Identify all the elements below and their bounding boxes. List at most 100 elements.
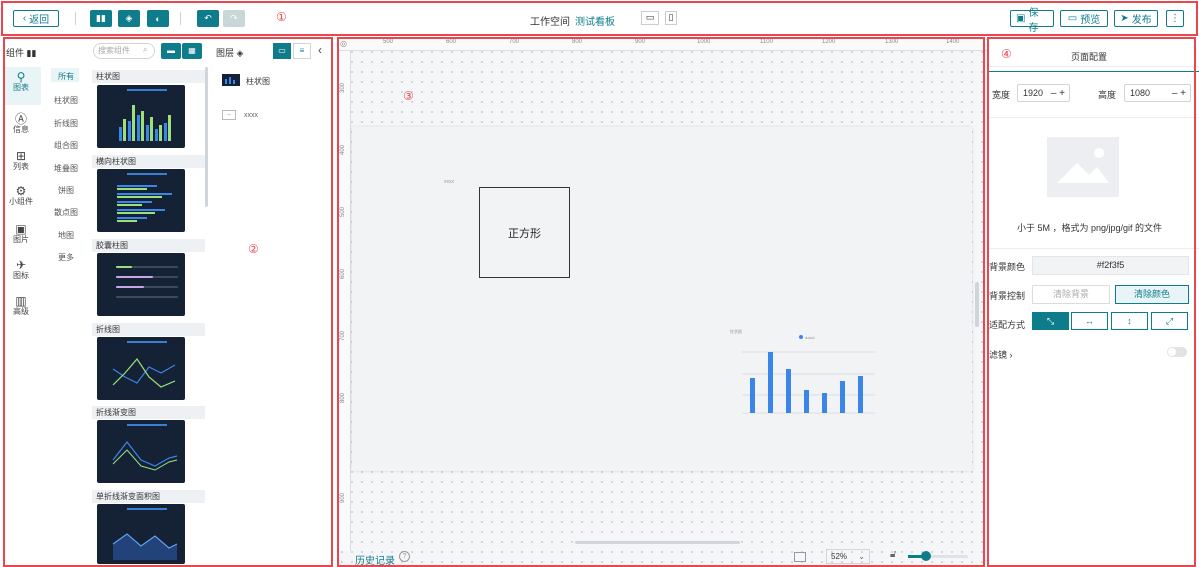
zoom-slider-handle[interactable] [921,551,931,561]
layer-item-xxxx[interactable]: xxxx [244,112,258,119]
small-text-element[interactable]: xxxx [444,179,454,185]
canvas-horizontal-scrollbar[interactable] [575,541,740,544]
layer-thumb-bar [222,74,240,86]
layers-title: 图层 ◈ [216,48,244,58]
ruler-tick: 300 [340,82,347,94]
horizontal-bar-card[interactable] [97,169,185,232]
stepper-icon[interactable]: – + [1051,88,1065,99]
collapse-panel-icon[interactable]: ‹ [318,43,322,57]
fit-height-icon[interactable]: ↕ [1111,312,1148,330]
theme-icon[interactable]: ◐ [147,10,169,27]
ruler-tick: 900 [340,492,347,504]
more-menu-button[interactable]: ⋮ [1166,10,1184,27]
capsule-bar-card[interactable] [97,253,185,316]
fit-scale-icon[interactable]: ⤡ [1032,312,1069,330]
ruler-tick: 1200 [822,39,836,45]
history-link[interactable]: 历史记录 [355,552,395,567]
bg-color-picker[interactable]: #f2f3f5 [1032,256,1189,275]
fit-full-icon[interactable]: ⤢ [1151,312,1188,330]
ruler-tick: 1300 [885,39,899,45]
advanced-icon: ▥ [15,294,27,308]
help-icon[interactable]: ? [399,551,410,562]
bar-chart-card[interactable] [97,85,185,148]
category-advanced[interactable]: ▥ 高级 [8,295,34,317]
category-list[interactable]: ⊞ 列表 [8,150,34,172]
subcategory-scatter[interactable]: 散点图 [49,207,83,218]
ruler-tick: 1400 [946,39,960,45]
info-icon: Ⓐ [14,112,27,126]
subcategory-more[interactable]: 更多 [49,252,83,263]
layer-item-bar-chart[interactable]: 柱状图 [246,76,270,87]
filter-toggle[interactable] [1167,347,1187,357]
desktop-view-icon[interactable]: ▭ [641,11,659,25]
chart-layer-icon[interactable]: ▮▮ [90,10,112,27]
undo-icon[interactable]: ↶ [197,10,219,27]
minimap-icon[interactable] [794,552,806,562]
divider [75,12,76,25]
fit-mode-label: 适配方式 [989,320,1026,330]
zoom-select[interactable]: 52% ⌄ [826,549,870,564]
card-title: 折线图 [92,323,205,336]
subcategory-line[interactable]: 折线图 [49,118,83,129]
lock-icon[interactable]: 🔓︎ [890,549,896,560]
preview-button[interactable]: ▭ 预览 [1060,10,1108,27]
subcategory-map[interactable]: 地图 [49,230,83,241]
category-widget[interactable]: ⚙ 小组件 [8,185,34,207]
category-info[interactable]: Ⓐ 信息 [8,113,34,135]
ruler-tick: 1100 [760,39,773,45]
ruler-tick: 800 [340,392,347,404]
layer-thumbnail-toggle[interactable]: ▭ [273,43,291,59]
stepper-icon[interactable]: – + [1172,88,1186,99]
toggle-knob [1168,348,1176,356]
bar-chart-element[interactable]: 柱状图 data1 [730,329,880,429]
square-shape-element[interactable]: 正方形 [479,187,570,278]
ruler-tick: 500 [383,39,394,45]
category-chart[interactable]: ⚲ 图表 [8,71,34,93]
subcategory-combo[interactable]: 组合图 [49,140,83,151]
clear-background-button[interactable]: 清除背景 [1032,285,1110,304]
image-upload-area[interactable] [1047,137,1119,197]
save-button[interactable]: ▣ 保存 [1010,8,1054,34]
tab-indicator [987,71,1199,72]
subcategory-pie[interactable]: 饼图 [49,185,83,196]
category-icons[interactable]: ✈ 图标 [8,259,34,281]
fit-width-icon[interactable]: ↔ [1071,312,1108,330]
ruler-tick: 600 [446,39,457,45]
card-title: 胶囊柱图 [92,239,205,252]
card-title: 柱状图 [92,70,205,83]
chevron-down-icon: ⌄ [858,552,865,561]
annotation-marker-3: ③ [403,89,414,103]
area-gradient-card[interactable] [97,504,185,564]
dashboard-stage[interactable]: xxxx 正方形 柱状图 data1 [352,127,972,471]
board-name[interactable]: 测试看板 [575,13,615,28]
ruler-tick: 1000 [697,39,711,45]
annotation-marker-1: ① [276,10,287,24]
filter-label[interactable]: 滤镜 › [989,348,1013,361]
height-input[interactable]: 1080 – + [1124,84,1191,102]
divider [180,12,181,25]
subcategory-stacked[interactable]: 堆叠图 [49,163,83,174]
line-chart-card[interactable] [97,337,185,400]
back-label: 返回 [29,15,50,26]
card-title: 单折线渐变面积图 [92,490,205,503]
ruler-tick: 400 [340,144,347,156]
editor-canvas[interactable]: ◎ 500 600 700 800 900 1000 1100 1200 130… [337,37,987,567]
clear-color-button[interactable]: 清除颜色 [1115,285,1189,304]
width-input[interactable]: 1920 – + [1017,84,1070,102]
grid-view-toggle[interactable]: ▦ [182,43,202,59]
publish-button[interactable]: ➤ 发布 [1114,10,1158,27]
back-button[interactable]: ‹ 返回 [13,10,59,27]
mobile-view-icon[interactable]: ▯ [665,11,677,25]
card-view-toggle[interactable]: ▬ [161,43,181,59]
zoom-slider[interactable] [908,551,968,561]
canvas-vertical-scrollbar[interactable] [975,282,979,327]
gradient-line-card[interactable] [97,420,185,483]
category-image[interactable]: ▣ 图片 [8,223,34,245]
layer-list-toggle[interactable]: ≡ [293,43,311,59]
card-list-scrollbar[interactable] [205,67,208,207]
layers-icon[interactable]: ◈ [118,10,140,27]
ruler-tick: 500 [340,206,347,218]
subcategory-all[interactable]: 所有 [49,71,83,82]
subcategory-bar[interactable]: 柱状图 [49,95,83,106]
redo-icon[interactable]: ↷ [223,10,245,27]
